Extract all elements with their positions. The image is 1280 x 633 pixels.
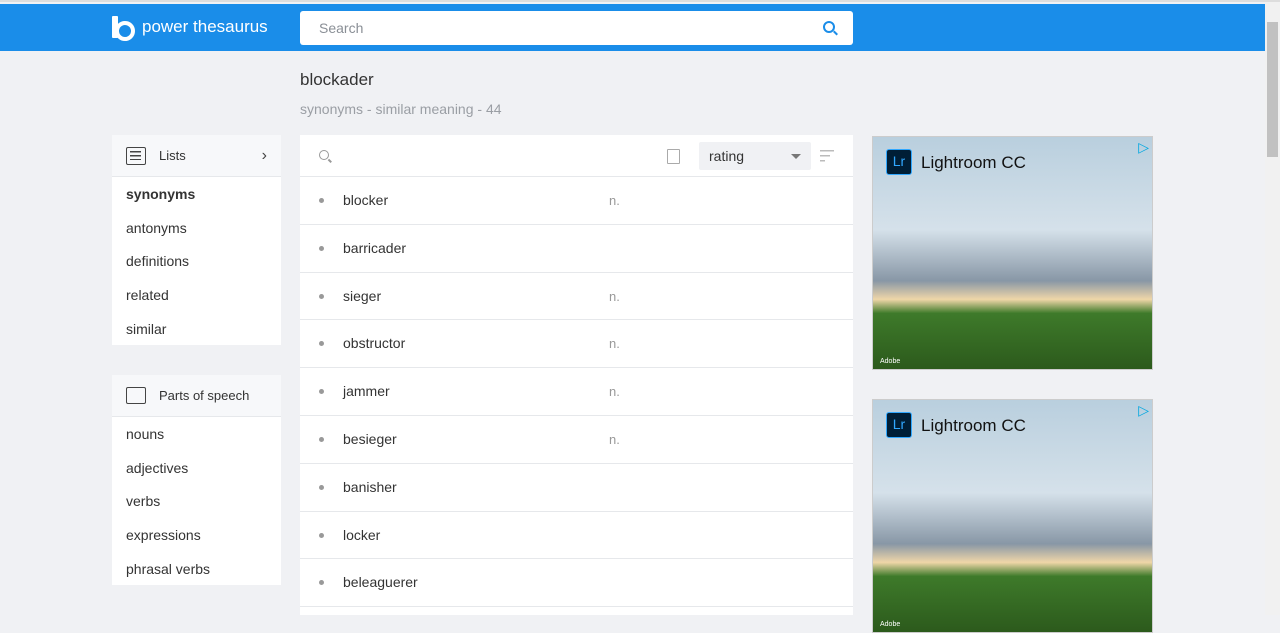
add-to-list-icon[interactable] bbox=[667, 149, 680, 164]
page-subtitle: synonyms - similar meaning - 44 bbox=[300, 101, 502, 117]
sidebar-item-definitions[interactable]: definitions bbox=[112, 244, 281, 278]
result-word[interactable]: barricader bbox=[343, 240, 406, 256]
bullet-icon bbox=[319, 293, 324, 299]
part-of-speech: n. bbox=[609, 431, 620, 447]
logo-text: power thesaurus bbox=[142, 17, 268, 36]
bullet-icon bbox=[319, 198, 324, 203]
sidebar-item-related[interactable]: related bbox=[112, 278, 281, 312]
adobe-logo: Adobe bbox=[880, 358, 901, 365]
lists-header[interactable]: Lists › bbox=[112, 135, 281, 177]
result-word[interactable]: locker bbox=[343, 527, 380, 543]
results-toolbar: rating bbox=[300, 135, 853, 177]
speech-bubble-icon bbox=[126, 387, 146, 404]
sidebar-item-adjectives[interactable]: adjectives bbox=[112, 451, 281, 485]
scrollbar[interactable] bbox=[1265, 2, 1280, 615]
result-row[interactable]: blocker n. bbox=[300, 177, 853, 225]
result-row[interactable]: banisher bbox=[300, 464, 853, 512]
result-word[interactable]: besieger bbox=[343, 431, 397, 447]
result-word[interactable]: sieger bbox=[343, 288, 381, 304]
parts-of-speech-card: Parts of speech nouns adjectives verbs e… bbox=[112, 375, 281, 586]
bullet-icon bbox=[319, 341, 324, 347]
result-row[interactable]: obstructor n. bbox=[300, 320, 853, 369]
sidebar-item-phrasal-verbs[interactable]: phrasal verbs bbox=[112, 552, 281, 586]
filter-search-icon[interactable] bbox=[319, 150, 329, 160]
result-word[interactable]: obstructor bbox=[343, 335, 405, 351]
result-row[interactable]: jammer n. bbox=[300, 368, 853, 416]
bullet-icon bbox=[319, 580, 324, 586]
search-box bbox=[300, 11, 853, 45]
result-word[interactable]: blocker bbox=[343, 192, 388, 208]
logo[interactable]: power thesaurus bbox=[112, 16, 268, 41]
sort-order-icon[interactable] bbox=[820, 149, 834, 163]
lists-card: Lists › synonyms antonyms definitions rel… bbox=[112, 135, 281, 346]
sidebar-item-expressions[interactable]: expressions bbox=[112, 518, 281, 552]
ad-banner[interactable]: Lr Lightroom CC ▷ Adobe bbox=[872, 399, 1153, 633]
top-bar: power thesaurus bbox=[0, 4, 1265, 51]
result-row[interactable]: sieger n. bbox=[300, 273, 853, 321]
search-input[interactable] bbox=[300, 11, 853, 45]
sort-select[interactable]: rating bbox=[699, 142, 811, 170]
result-row[interactable]: besieger n. bbox=[300, 416, 853, 464]
result-word[interactable]: beleaguerer bbox=[343, 574, 418, 590]
parts-label: Parts of speech bbox=[159, 388, 250, 403]
results-panel: rating blocker n. barricader sieger n. obstru… bbox=[300, 135, 853, 615]
sidebar-item-synonyms[interactable]: synonyms bbox=[112, 177, 281, 211]
caret-down-icon bbox=[791, 154, 801, 159]
page-title: blockader bbox=[300, 70, 374, 89]
result-word[interactable]: jammer bbox=[343, 383, 390, 399]
scrollbar-thumb[interactable] bbox=[1267, 22, 1278, 157]
search-icon[interactable] bbox=[823, 21, 835, 33]
bullet-icon bbox=[319, 245, 324, 251]
adobe-logo: Adobe bbox=[880, 621, 901, 628]
result-row[interactable]: beleaguerer bbox=[300, 559, 853, 608]
ad-title: Lightroom CC bbox=[921, 153, 1026, 172]
logo-icon bbox=[112, 16, 135, 41]
bullet-icon bbox=[319, 389, 324, 395]
result-word[interactable]: banisher bbox=[343, 479, 397, 495]
ad-title: Lightroom CC bbox=[921, 416, 1026, 435]
chevron-right-icon: › bbox=[261, 146, 267, 164]
bullet-icon bbox=[319, 436, 324, 442]
adchoices-icon[interactable]: ▷ bbox=[1138, 139, 1149, 156]
sidebar-item-antonyms[interactable]: antonyms bbox=[112, 211, 281, 245]
sidebar-item-verbs[interactable]: verbs bbox=[112, 484, 281, 518]
part-of-speech: n. bbox=[609, 288, 620, 304]
ad-banner[interactable]: Lr Lightroom CC ▷ Adobe bbox=[872, 136, 1153, 370]
parts-header: Parts of speech bbox=[112, 375, 281, 417]
sort-value: rating bbox=[709, 148, 745, 164]
lightroom-logo: Lr bbox=[886, 412, 912, 438]
sidebar-item-similar[interactable]: similar bbox=[112, 312, 281, 346]
bullet-icon bbox=[319, 532, 324, 538]
sidebar-item-nouns[interactable]: nouns bbox=[112, 417, 281, 451]
adchoices-icon[interactable]: ▷ bbox=[1138, 402, 1149, 419]
part-of-speech: n. bbox=[609, 193, 620, 208]
lists-label: Lists bbox=[159, 148, 186, 163]
part-of-speech: n. bbox=[609, 384, 620, 400]
part-of-speech: n. bbox=[609, 336, 620, 352]
result-row[interactable]: locker bbox=[300, 512, 853, 560]
lightroom-logo: Lr bbox=[886, 149, 912, 175]
list-icon bbox=[126, 146, 146, 165]
result-row[interactable]: barricader bbox=[300, 225, 853, 273]
bullet-icon bbox=[319, 484, 324, 490]
